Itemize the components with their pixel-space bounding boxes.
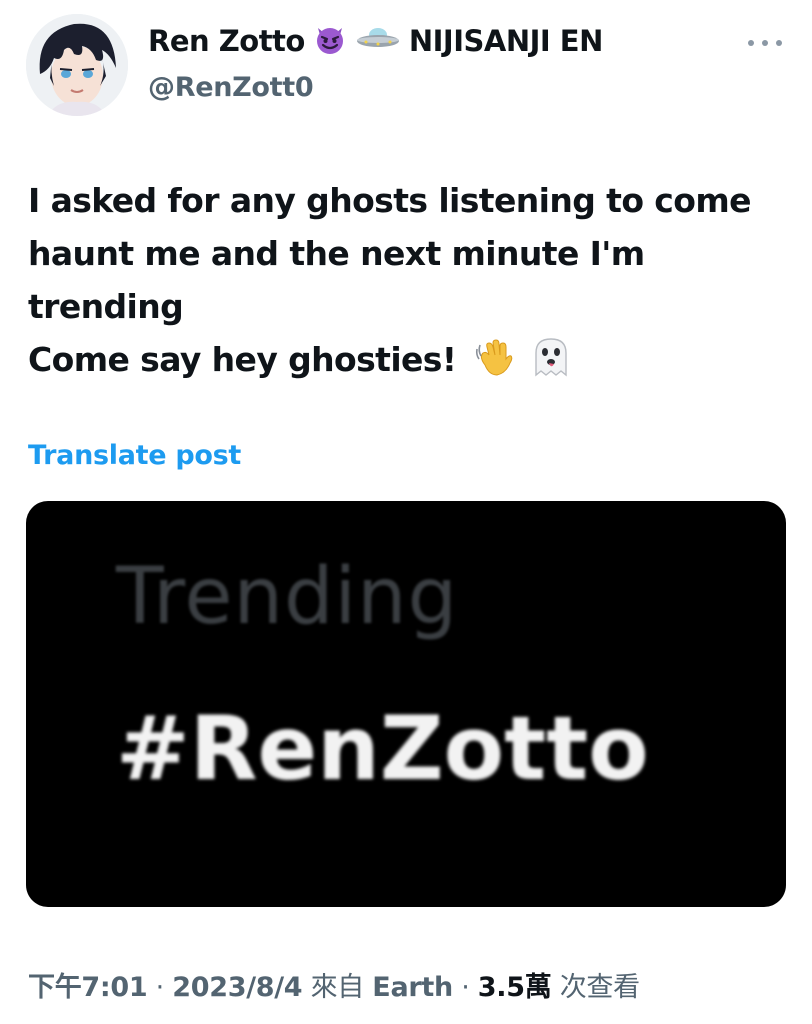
tweet-line-1: I asked for any ghosts listening to come: [28, 181, 751, 220]
tweet-line-4-text: Come say hey ghosties!: [28, 340, 457, 379]
avatar-image: [26, 14, 128, 116]
tweet-line-4: Come say hey ghosties!: [28, 333, 788, 394]
source-prefix: 來自: [310, 972, 365, 1003]
ghost-emoji-icon: [530, 335, 572, 394]
display-name[interactable]: Ren Zotto: [148, 24, 305, 58]
more-options-icon[interactable]: [748, 36, 782, 50]
tweet-source: Earth: [372, 972, 453, 1003]
tweet-date[interactable]: 2023/8/4: [172, 972, 302, 1003]
views-label: 次查看: [559, 972, 640, 1003]
flying-saucer-emoji-icon: [355, 22, 401, 60]
avatar[interactable]: [26, 14, 128, 116]
tweet-time[interactable]: 下午7:01: [28, 972, 148, 1003]
smiling-devil-emoji-icon: [313, 22, 347, 60]
author-handle[interactable]: @RenZott0: [148, 72, 314, 103]
tweet-line-2: haunt me and the next minute I'm: [28, 234, 645, 273]
media-hashtag-text: #RenZotto: [116, 697, 649, 800]
translate-post-link[interactable]: Translate post: [28, 440, 241, 471]
meta-separator: ·: [155, 972, 165, 1003]
tweet-text: I asked for any ghosts listening to come…: [28, 174, 788, 394]
tweet-meta: 下午7:01 · 2023/8/4 來自 Earth · 3.5萬 次查看: [28, 965, 640, 1004]
views-count[interactable]: 3.5萬: [478, 972, 552, 1003]
meta-separator-2: ·: [461, 972, 470, 1003]
author-name-row[interactable]: Ren Zotto NIJISANJI EN: [148, 22, 603, 60]
affiliation-name: NIJISANJI EN: [408, 24, 604, 58]
waving-hand-emoji-icon: [473, 335, 517, 394]
tweet-line-3: trending: [28, 287, 184, 326]
media-trending-text: Trending: [116, 552, 459, 642]
